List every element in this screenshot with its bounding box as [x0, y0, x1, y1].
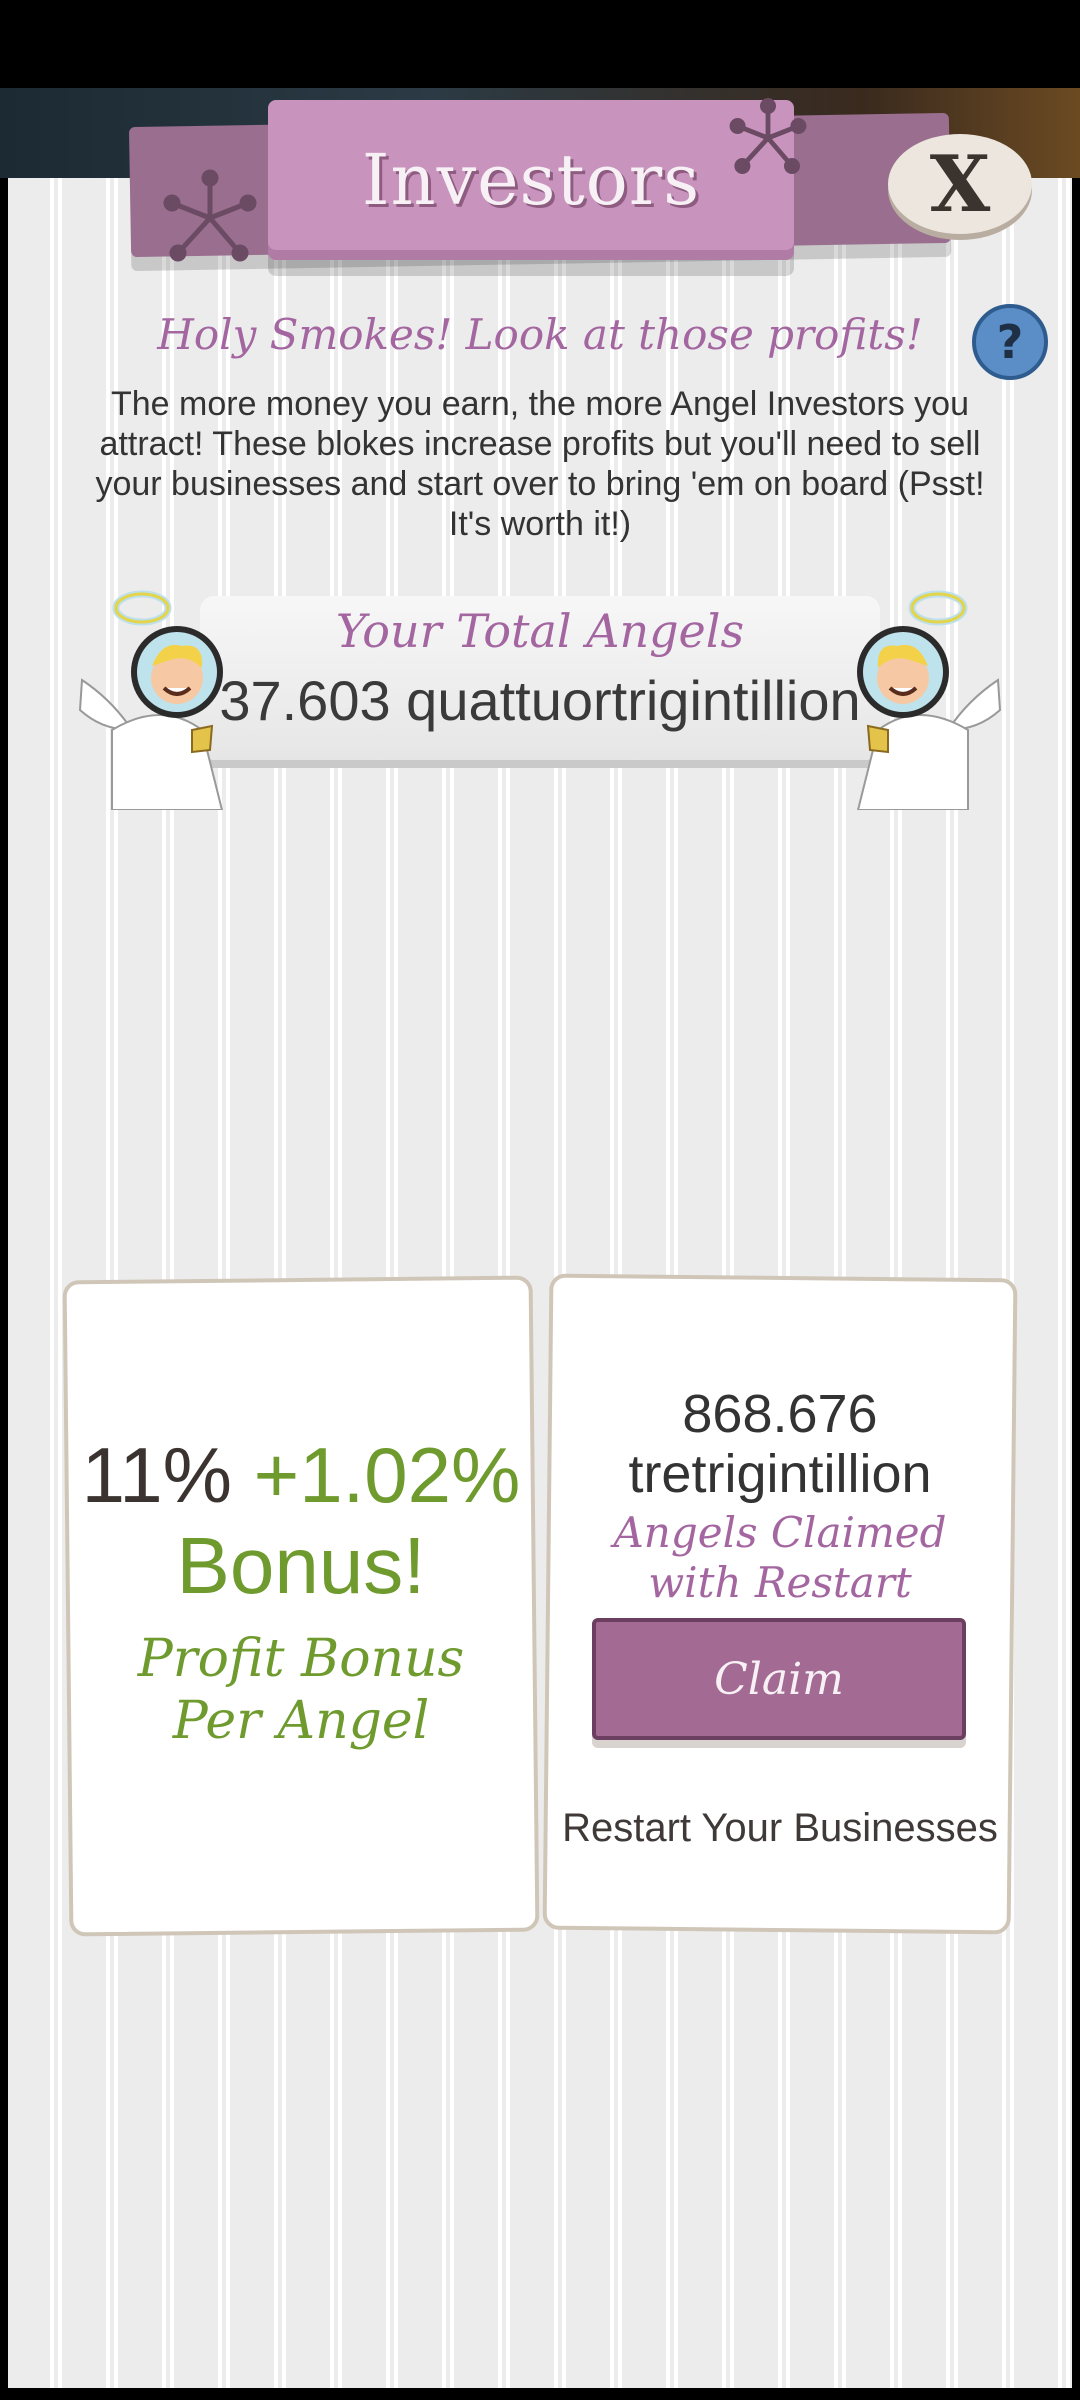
- claimable-angels-amount: 868.676 tretrigintillion: [546, 1384, 1014, 1504]
- bonus-caption-line: Profit Bonus: [137, 1629, 465, 1689]
- restart-label: Restart Your Businesses: [562, 1806, 998, 1850]
- claim-caption: Angels Claimed with Restart: [546, 1508, 1014, 1608]
- angel-icon: [856, 590, 1002, 810]
- claim-caption-line: with Restart: [648, 1558, 912, 1607]
- bonus-extra-value: +1.02%: [253, 1431, 521, 1519]
- help-button[interactable]: ?: [972, 304, 1048, 380]
- claim-amount-unit: tretrigintillion: [628, 1444, 932, 1504]
- close-button[interactable]: X: [888, 134, 1032, 234]
- bonus-caption: Profit Bonus Per Angel: [66, 1628, 536, 1752]
- bonus-percentage: 11% +1.02%: [66, 1430, 536, 1521]
- bonus-word: Bonus!: [176, 1521, 426, 1610]
- close-icon: X: [929, 138, 991, 230]
- starburst-icon: [729, 98, 807, 174]
- intro-text: The more money you earn, the more Angel …: [95, 385, 985, 543]
- header-banner: Investors: [268, 100, 794, 260]
- angel-icon: [78, 590, 224, 810]
- bonus-caption-line: Per Angel: [172, 1691, 430, 1751]
- headline: Holy Smokes! Look at those profits!: [157, 310, 923, 359]
- starburst-icon: [163, 169, 257, 262]
- claim-caption-line: Angels Claimed: [613, 1508, 947, 1557]
- page-title: Investors: [361, 139, 701, 221]
- question-icon: ?: [996, 315, 1024, 369]
- claim-button[interactable]: Claim: [592, 1618, 966, 1740]
- status-bar: [0, 0, 1080, 88]
- claim-amount-number: 868.676: [682, 1384, 878, 1444]
- bonus-base-value: 11%: [81, 1431, 232, 1519]
